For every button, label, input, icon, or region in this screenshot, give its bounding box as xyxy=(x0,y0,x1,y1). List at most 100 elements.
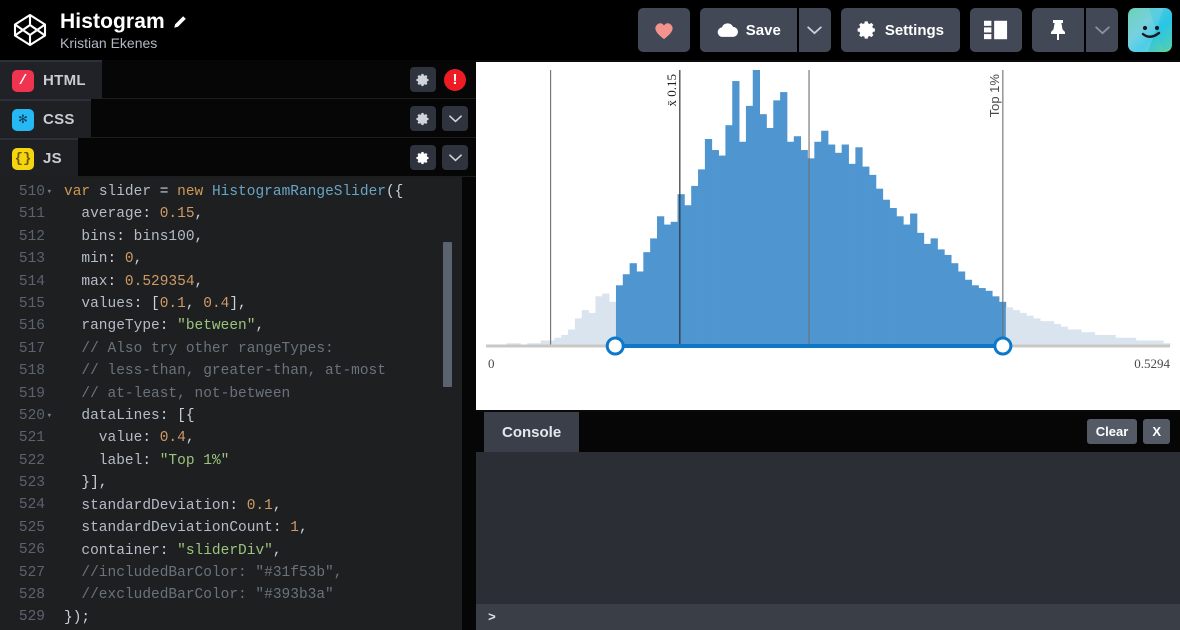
chevron-down-icon xyxy=(449,115,462,123)
code-token: standardDeviation xyxy=(64,498,229,514)
save-dropdown-toggle[interactable] xyxy=(797,8,831,52)
pin-dropdown-toggle[interactable] xyxy=(1084,8,1118,52)
love-button[interactable] xyxy=(638,8,690,52)
histogram-bar xyxy=(835,153,842,346)
code-token: 0.1 xyxy=(160,296,186,312)
console-tab[interactable]: Console xyxy=(484,412,579,452)
code-token: 0.1 xyxy=(247,498,273,514)
histogram-bar xyxy=(958,271,965,346)
user-avatar-icon xyxy=(1128,8,1172,52)
gear-icon xyxy=(857,20,877,40)
line-number: 519 xyxy=(0,383,45,405)
code-token: : xyxy=(160,543,177,559)
top-toolbar: Save Settings xyxy=(638,0,1172,60)
console-close-button[interactable]: X xyxy=(1143,419,1170,444)
histogram-bar xyxy=(931,238,938,346)
code-token: 0.4 xyxy=(203,296,229,312)
console-input[interactable]: > xyxy=(476,604,1180,630)
code-line: // less-than, greater-than, at-most xyxy=(64,360,403,382)
histogram-bar xyxy=(903,225,910,346)
axis-max-label: 0.5294 xyxy=(1134,356,1170,371)
layout-button[interactable] xyxy=(970,8,1022,52)
code-token: 0.529354 xyxy=(125,274,195,290)
histogram-bar xyxy=(1040,321,1047,346)
console-clear-button[interactable]: Clear xyxy=(1087,419,1138,444)
preview-pane[interactable]: x̄ 0.15Top 1%00.5294 xyxy=(476,62,1180,410)
editor-tab-html[interactable]: / HTML xyxy=(0,60,102,99)
code-fold-icon[interactable]: ▾ xyxy=(47,181,52,203)
histogram-bar xyxy=(575,318,582,346)
html-error-badge[interactable]: ! xyxy=(442,67,468,92)
line-number: 514 xyxy=(0,271,45,293)
settings-button[interactable]: Settings xyxy=(841,8,960,52)
code-token: }); xyxy=(64,610,90,626)
pin-button[interactable] xyxy=(1032,8,1084,52)
histogram-bar xyxy=(773,100,780,346)
histogram-bar xyxy=(1088,332,1095,346)
line-number: 522 xyxy=(0,450,45,472)
histogram-bar xyxy=(876,189,883,346)
js-code-editor[interactable]: 510▾511512513514515516517518519520▾52152… xyxy=(0,177,476,630)
slider-handle-max[interactable] xyxy=(995,338,1011,354)
pin-button-group xyxy=(1032,8,1118,52)
editor-tab-css[interactable]: ✻ CSS xyxy=(0,99,91,138)
code-content[interactable]: var slider = new HistogramRangeSlider({ … xyxy=(54,177,403,629)
chevron-down-icon xyxy=(449,154,462,162)
slider-handle-min[interactable] xyxy=(607,338,623,354)
line-number: 511 xyxy=(0,203,45,225)
code-token: rangeType xyxy=(64,318,160,334)
histogram-bar xyxy=(630,263,637,346)
axis-min-label: 0 xyxy=(488,356,495,371)
code-token: // Also try other rangeTypes: xyxy=(64,341,334,357)
histogram-range-slider[interactable]: x̄ 0.15Top 1%00.5294 xyxy=(476,62,1180,410)
codepen-logo-icon xyxy=(12,12,48,48)
editor-tab-js[interactable]: {} JS xyxy=(0,138,78,177)
js-settings-button[interactable] xyxy=(410,145,436,170)
css-collapse-button[interactable] xyxy=(442,106,468,131)
histogram-bar xyxy=(917,233,924,346)
codepen-logo[interactable] xyxy=(0,0,60,60)
code-token: = xyxy=(160,184,177,200)
code-token: value xyxy=(64,430,142,446)
data-line-label: Top 1% xyxy=(987,74,1002,118)
histogram-bar xyxy=(636,271,643,346)
code-line: //excludedBarColor: "#393b3a" xyxy=(64,584,403,606)
histogram-bar xyxy=(1102,335,1109,346)
editor-column: / HTML ! ✻ CSS xyxy=(0,60,476,630)
histogram-bar xyxy=(910,214,917,346)
pen-author[interactable]: Kristian Ekenes xyxy=(60,35,187,51)
histogram-bar xyxy=(780,92,787,346)
cloud-icon xyxy=(716,22,738,38)
html-settings-button[interactable] xyxy=(410,67,436,92)
histogram-bar xyxy=(855,147,862,346)
code-token: ], xyxy=(229,296,246,312)
histogram-bar xyxy=(1081,332,1088,346)
histogram-bar xyxy=(890,208,897,346)
editor-tab-label: HTML xyxy=(43,72,86,89)
gear-icon xyxy=(416,151,430,165)
histogram-bar xyxy=(643,252,650,346)
save-button[interactable]: Save xyxy=(700,8,797,52)
code-token: , xyxy=(195,274,204,290)
code-token: , xyxy=(134,251,143,267)
code-token: : xyxy=(160,318,177,334)
code-token: , xyxy=(186,296,203,312)
histogram-bar xyxy=(1026,316,1033,346)
histogram-bar xyxy=(732,81,739,346)
js-collapse-button[interactable] xyxy=(442,145,468,170)
histogram-bar xyxy=(698,169,705,346)
histogram-bar xyxy=(739,142,746,346)
code-line: value: 0.4, xyxy=(64,427,403,449)
histogram-bar xyxy=(814,142,821,346)
histogram-bar xyxy=(712,150,719,346)
code-token: label xyxy=(64,453,142,469)
css-settings-button[interactable] xyxy=(410,106,436,131)
line-number: 513 xyxy=(0,248,45,270)
settings-label: Settings xyxy=(885,22,944,39)
editor-scrollbar-thumb[interactable] xyxy=(443,242,452,387)
pencil-icon[interactable] xyxy=(173,15,187,29)
avatar[interactable] xyxy=(1128,8,1172,52)
save-label: Save xyxy=(746,22,781,39)
histogram-bar xyxy=(678,194,685,346)
code-fold-icon[interactable]: ▾ xyxy=(47,405,52,427)
